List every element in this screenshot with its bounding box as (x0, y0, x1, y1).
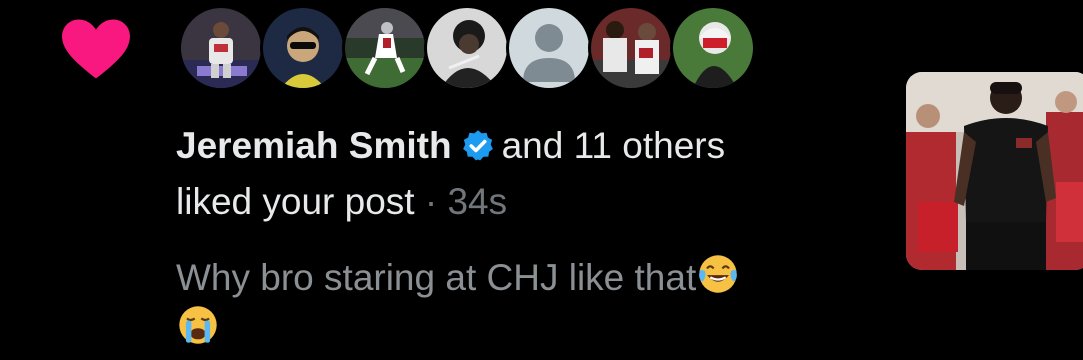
avatar[interactable] (424, 5, 510, 91)
others-count: and 11 others (501, 125, 726, 166)
notification-headline: Jeremiah Smith and 11 others (176, 124, 725, 168)
post-preview[interactable]: Why bro staring at CHJ like that (176, 252, 856, 354)
avatar[interactable] (342, 5, 428, 91)
liker-name[interactable]: Jeremiah Smith (176, 125, 452, 166)
avatar[interactable] (588, 5, 674, 91)
timestamp: 34s (447, 181, 508, 222)
action-text: liked your post (176, 181, 415, 222)
avatar[interactable] (260, 5, 346, 91)
default-avatar-icon[interactable] (506, 5, 592, 91)
post-thumbnail[interactable] (906, 72, 1083, 270)
notification-action: liked your post · 34s (176, 180, 507, 224)
face-with-tears-of-joy-icon (699, 255, 738, 293)
separator: · (424, 181, 438, 222)
avatar[interactable] (670, 5, 756, 91)
heart-icon (62, 19, 130, 79)
liker-avatars (178, 2, 756, 94)
verified-badge-icon (462, 130, 493, 161)
avatar[interactable] (178, 5, 264, 91)
loudly-crying-face-icon (179, 306, 217, 344)
post-preview-text: Why bro staring at CHJ like that (176, 257, 697, 298)
